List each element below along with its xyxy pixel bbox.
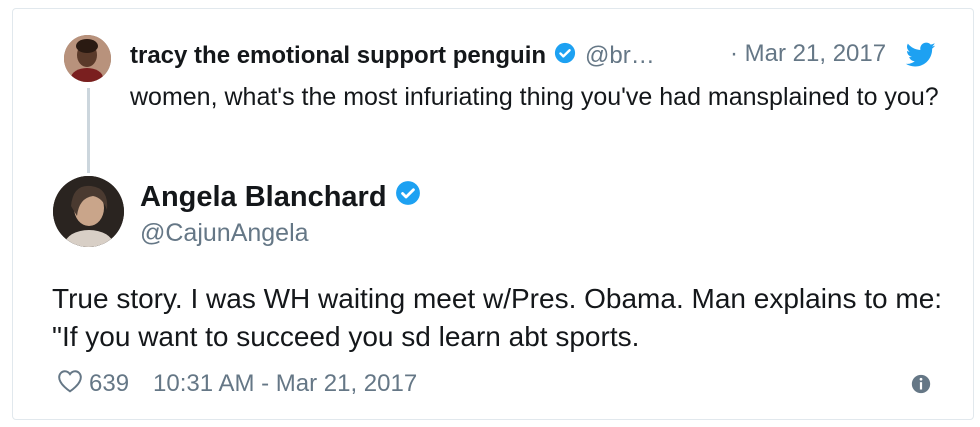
author-avatar[interactable]: [53, 176, 124, 247]
tweet-text: True story. I was WH waiting meet w/Pres…: [52, 283, 943, 352]
tweet-timestamp[interactable]: 10:31 AM - Mar 21, 2017: [153, 370, 417, 398]
author-name[interactable]: Angela Blanchard: [140, 181, 387, 214]
quoted-author-handle[interactable]: @br…: [585, 42, 655, 70]
quoted-header: tracy the emotional support penguin @br…: [130, 40, 655, 72]
verified-badge-icon: [395, 180, 421, 214]
twitter-bird-icon[interactable]: [905, 42, 936, 73]
like-count[interactable]: 639: [89, 370, 129, 398]
quoted-avatar[interactable]: [64, 35, 111, 82]
quoted-tweet-text: women, what's the most infuriating thing…: [130, 83, 939, 111]
verified-badge-icon: [554, 42, 576, 71]
thread-connector-line: [87, 88, 90, 173]
info-icon[interactable]: [910, 373, 932, 400]
quoted-date[interactable]: · Mar 21, 2017: [730, 40, 886, 68]
tweet-footer: 639 10:31 AM - Mar 21, 2017: [57, 368, 417, 400]
author-handle[interactable]: @CajunAngela: [140, 219, 309, 248]
quoted-author-name[interactable]: tracy the emotional support penguin: [130, 42, 546, 70]
author-name-row: Angela Blanchard: [140, 180, 421, 214]
heart-icon[interactable]: [57, 369, 83, 400]
